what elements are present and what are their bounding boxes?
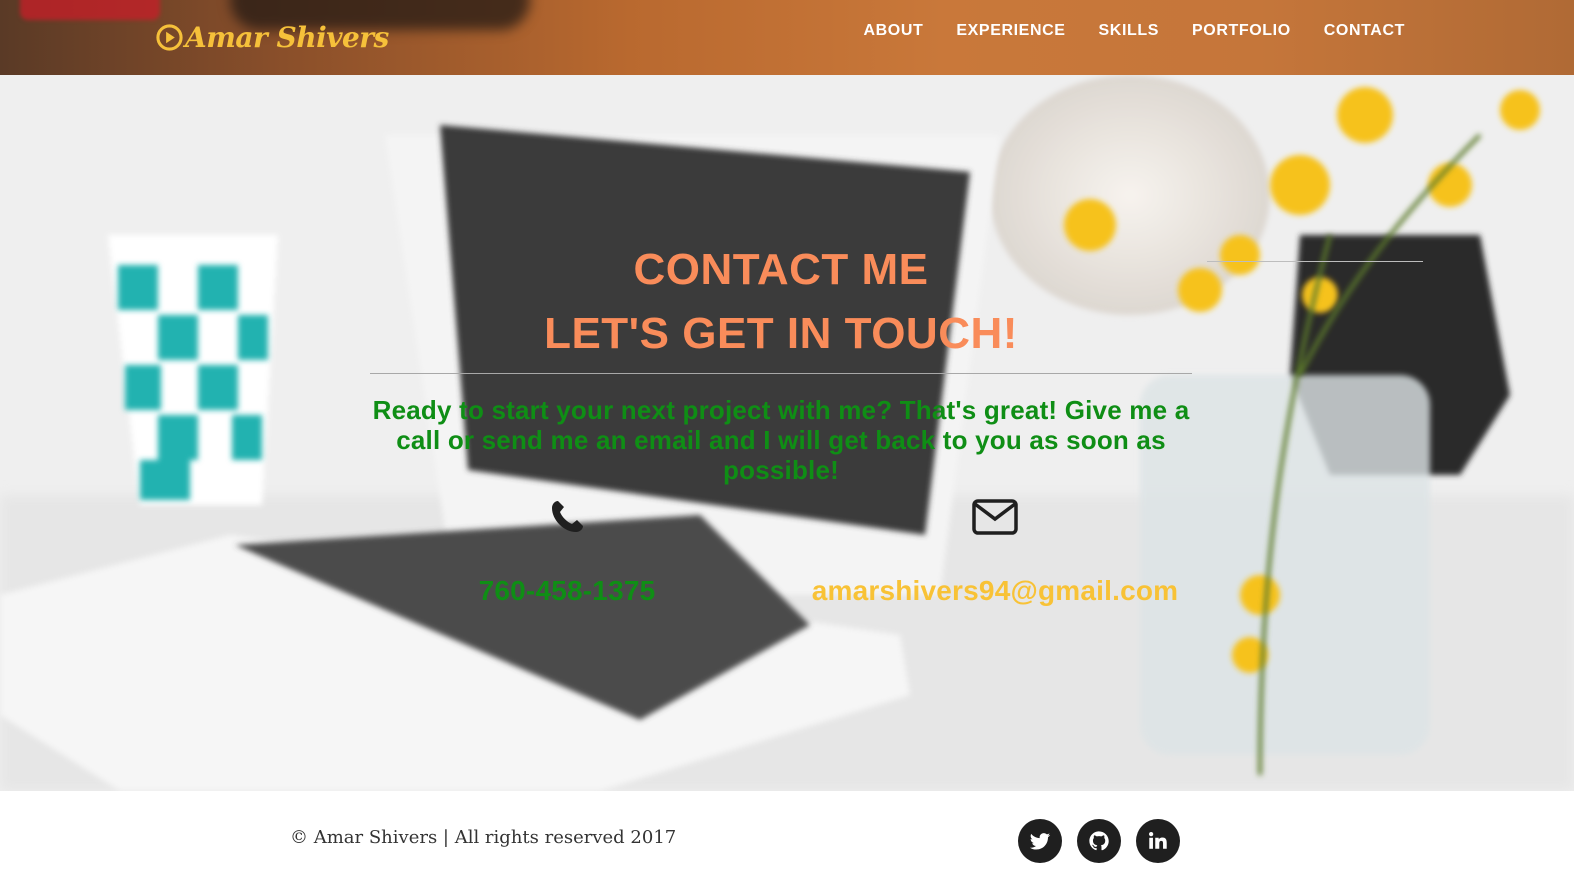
twitter-button[interactable] — [1018, 819, 1062, 863]
email-contact: amarshivers94@gmail.com — [795, 497, 1195, 607]
decorative-divider — [1207, 261, 1423, 262]
phone-contact: 760-458-1375 — [437, 497, 697, 607]
navbar: Amar Shivers ABOUT EXPERIENCE SKILLS POR… — [0, 0, 1574, 75]
nav-link-contact[interactable]: CONTACT — [1324, 22, 1405, 40]
footer: © Amar Shivers | All rights reserved 201… — [0, 791, 1574, 877]
linkedin-icon — [1149, 832, 1167, 849]
brand-link[interactable]: Amar Shivers — [156, 18, 389, 56]
brand-name: Amar Shivers — [185, 20, 389, 54]
nav-link-portfolio[interactable]: PORTFOLIO — [1192, 22, 1291, 40]
github-button[interactable] — [1077, 819, 1121, 863]
social-links — [1018, 819, 1180, 863]
heading-get-in-touch: LET'S GET IN TOUCH! — [544, 309, 1018, 358]
nav-link-skills[interactable]: SKILLS — [1099, 22, 1160, 40]
section-heading: CONTACT ME LET'S GET IN TOUCH! — [370, 238, 1192, 366]
nav-links: ABOUT EXPERIENCE SKILLS PORTFOLIO CONTAC… — [864, 22, 1406, 40]
heading-contact-me: CONTACT ME — [633, 245, 929, 294]
play-circle-icon — [156, 23, 183, 51]
copyright-text: © Amar Shivers | All rights reserved 201… — [290, 827, 677, 848]
nav-link-experience[interactable]: EXPERIENCE — [956, 22, 1065, 40]
contact-section: CONTACT ME LET'S GET IN TOUCH! Ready to … — [0, 75, 1574, 791]
heading-divider — [370, 373, 1192, 374]
twitter-icon — [1029, 833, 1051, 850]
email-address[interactable]: amarshivers94@gmail.com — [795, 575, 1195, 607]
phone-number[interactable]: 760-458-1375 — [437, 575, 697, 607]
nav-link-about[interactable]: ABOUT — [864, 22, 924, 40]
lead-text: Ready to start your next project with me… — [372, 395, 1190, 485]
github-icon — [1089, 831, 1109, 851]
envelope-icon — [972, 499, 1018, 535]
linkedin-button[interactable] — [1136, 819, 1180, 863]
phone-icon — [552, 501, 583, 532]
navbar-background-blur — [20, 0, 160, 20]
